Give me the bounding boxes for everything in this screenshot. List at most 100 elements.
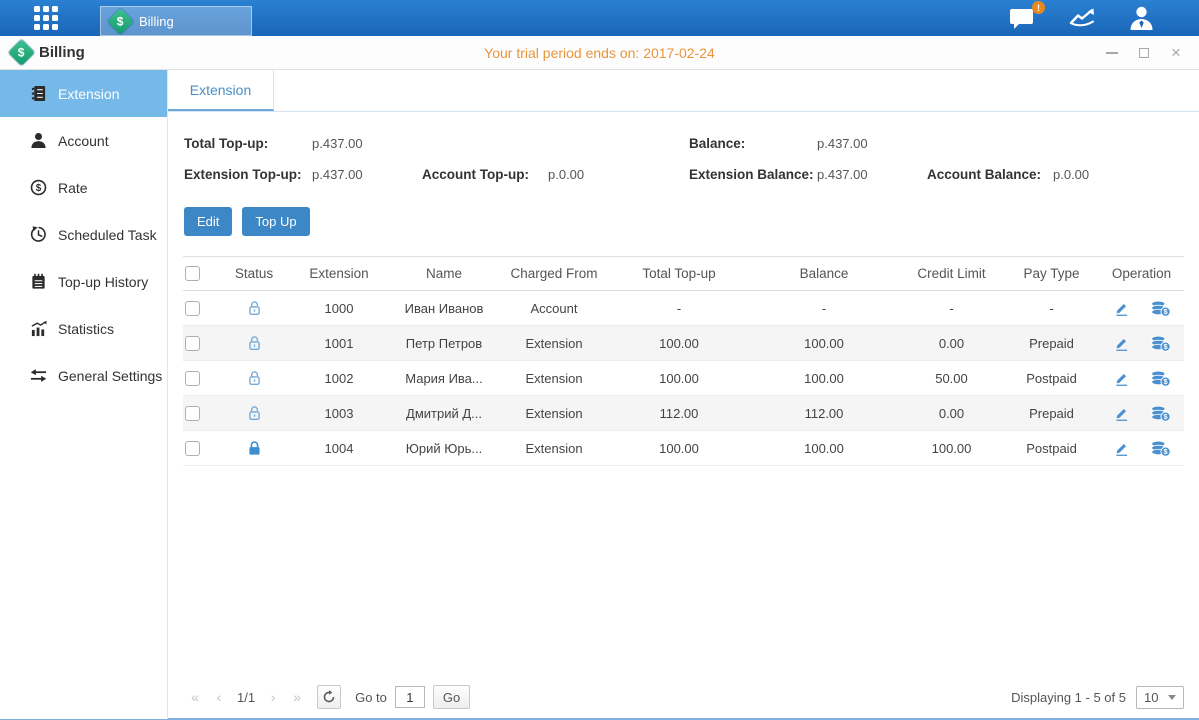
topup-coins-icon[interactable]: $ (1150, 404, 1171, 423)
sidebar-item-label: Extension (58, 86, 119, 102)
maximize-icon[interactable] (1137, 46, 1151, 60)
last-page-icon[interactable]: » (285, 685, 309, 709)
pay-type-cell: Postpaid (1004, 441, 1099, 456)
sidebar-item-extension[interactable]: Extension (0, 70, 167, 117)
row-checkbox[interactable] (185, 371, 200, 386)
sidebar-item-account[interactable]: Account (0, 117, 167, 164)
sidebar-item-scheduled-task[interactable]: Scheduled Task (0, 211, 167, 258)
topup-coins-icon[interactable]: $ (1150, 439, 1171, 458)
lock-closed-icon[interactable] (246, 439, 263, 457)
balance-cell: 100.00 (749, 336, 899, 351)
table-row-extension-1000: 1000Иван ИвановAccount----$ (183, 291, 1184, 326)
displaying-text: Displaying 1 - 5 of 5 (1011, 690, 1126, 705)
topup-coins-icon[interactable]: $ (1150, 299, 1171, 318)
col-name: Name (389, 266, 499, 281)
edit-icon[interactable] (1113, 405, 1130, 422)
edit-icon[interactable] (1113, 300, 1130, 317)
pay-type-cell: Postpaid (1004, 371, 1099, 386)
balance-cell: - (749, 301, 899, 316)
first-page-icon[interactable]: « (183, 685, 207, 709)
sidebar-item-rate[interactable]: $Rate (0, 164, 167, 211)
name-cell: Мария Ива... (389, 371, 499, 386)
pagination-bar: « ‹ 1/1 › » Go to Go Displaying 1 - 5 of… (183, 683, 1184, 711)
edit-icon[interactable] (1113, 440, 1130, 457)
top-up-button[interactable]: Top Up (242, 207, 309, 236)
sidebar: Extension Account $Rate Scheduled Task Top-u… (0, 70, 168, 719)
sidebar-item-label: Account (58, 133, 109, 149)
credit-limit-cell: 0.00 (899, 406, 1004, 421)
topup-coins-icon[interactable]: $ (1150, 334, 1171, 353)
reports-chart-icon[interactable] (1068, 6, 1098, 30)
pay-type-cell: - (1004, 301, 1099, 316)
content-panel: Extension Total Top-up: p.437.00 Extensi… (168, 70, 1199, 719)
name-cell: Петр Петров (389, 336, 499, 351)
sidebar-item-statistics[interactable]: Statistics (0, 305, 167, 352)
apps-grid-icon[interactable] (34, 6, 58, 30)
lock-open-icon[interactable] (246, 404, 263, 422)
col-charged-from: Charged From (499, 266, 609, 281)
table-header-row: Status Extension Name Charged From Total… (183, 256, 1184, 291)
taskbar-tab-billing[interactable]: $ Billing (100, 6, 252, 36)
page-size-select[interactable]: 10 (1136, 686, 1184, 709)
close-icon[interactable]: × (1169, 46, 1183, 60)
prev-page-icon[interactable]: ‹ (207, 685, 231, 709)
total-topup-value: p.437.00 (312, 136, 422, 151)
ledger-icon (30, 85, 47, 102)
person-icon (30, 132, 47, 149)
credit-limit-cell: 0.00 (899, 336, 1004, 351)
col-operation: Operation (1099, 266, 1184, 281)
row-checkbox[interactable] (185, 301, 200, 316)
notifications-chat-icon[interactable]: ! (1009, 6, 1038, 30)
topup-coins-icon[interactable]: $ (1150, 369, 1171, 388)
user-account-icon[interactable] (1128, 5, 1155, 31)
operation-cell: $ (1099, 404, 1184, 423)
col-pay-type: Pay Type (1004, 266, 1099, 281)
lock-open-icon[interactable] (246, 299, 263, 317)
tab-extension-label: Extension (190, 82, 251, 98)
notebook-icon (30, 273, 47, 290)
balance-value: p.437.00 (817, 136, 927, 151)
account-topup-label: Account Top-up: (422, 167, 548, 182)
lock-open-icon[interactable] (246, 334, 263, 352)
next-page-icon[interactable]: › (261, 685, 285, 709)
sidebar-item-general-settings[interactable]: General Settings (0, 352, 167, 399)
edit-icon[interactable] (1113, 370, 1130, 387)
lock-open-icon[interactable] (246, 369, 263, 387)
go-button[interactable]: Go (433, 685, 470, 709)
chevron-down-icon (1168, 695, 1176, 700)
row-checkbox[interactable] (185, 441, 200, 456)
goto-page-input[interactable] (395, 686, 425, 708)
balance-cell: 100.00 (749, 441, 899, 456)
page-size-value: 10 (1137, 690, 1168, 705)
row-checkbox[interactable] (185, 336, 200, 351)
col-total-topup: Total Top-up (609, 266, 749, 281)
account-balance-label: Account Balance: (927, 167, 1053, 182)
row-checkbox[interactable] (185, 406, 200, 421)
col-credit-limit: Credit Limit (899, 266, 1004, 281)
name-cell: Дмитрий Д... (389, 406, 499, 421)
charged-from-cell: Extension (499, 441, 609, 456)
sidebar-item-label: General Settings (58, 368, 162, 384)
sidebar-item-top-up-history[interactable]: Top-up History (0, 258, 167, 305)
extension-topup-value: p.437.00 (312, 167, 422, 182)
credit-limit-cell: 100.00 (899, 441, 1004, 456)
refresh-icon[interactable] (317, 685, 341, 709)
sidebar-item-label: Scheduled Task (58, 227, 157, 243)
table-row-extension-1004: 1004Юрий Юрь...Extension100.00100.00100.… (183, 431, 1184, 466)
col-status: Status (219, 266, 289, 281)
extension-cell: 1000 (289, 301, 389, 316)
edit-button[interactable]: Edit (184, 207, 232, 236)
select-all-checkbox[interactable] (185, 266, 200, 281)
credit-limit-cell: 50.00 (899, 371, 1004, 386)
charged-from-cell: Extension (499, 336, 609, 351)
dollar-circle-icon: $ (30, 179, 47, 196)
window-title-bar: $ Billing Your trial period ends on: 201… (0, 36, 1199, 70)
transfer-icon (30, 367, 47, 384)
total-topup-cell: 100.00 (609, 336, 749, 351)
table-body: 1000Иван ИвановAccount----$1001Петр Петр… (183, 291, 1184, 466)
svg-text:$: $ (36, 183, 42, 194)
tab-extension[interactable]: Extension (168, 70, 274, 111)
extension-balance-label: Extension Balance: (689, 167, 817, 182)
edit-icon[interactable] (1113, 335, 1130, 352)
minimize-icon[interactable] (1105, 46, 1119, 60)
